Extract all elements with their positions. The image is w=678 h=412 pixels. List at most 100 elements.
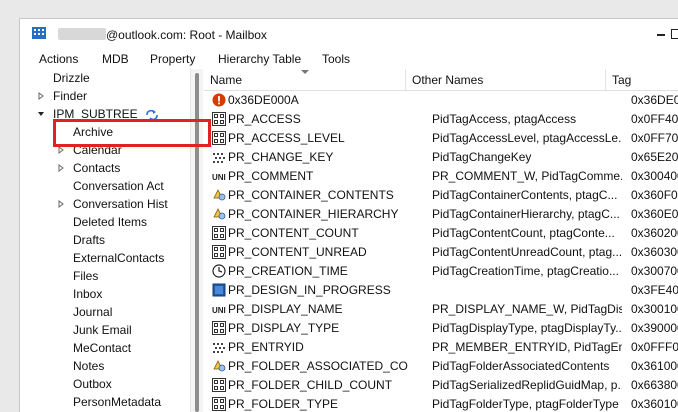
tree-item[interactable]: Calendar — [20, 141, 195, 159]
window-controls — [639, 25, 678, 45]
menu-property[interactable]: Property — [150, 52, 195, 66]
tree-item[interactable]: PersonMetadata — [20, 393, 195, 411]
mfcmapi-window: @outlook.com: Root - Mailbox Actions MDB… — [19, 18, 678, 412]
table-row[interactable]: PR_DISPLAY_TYPE PidTagDisplayType, ptagDi… — [204, 319, 678, 338]
tree-item-label: Conversation Hist — [73, 197, 168, 211]
property-tag: 0x0FF40003 — [631, 112, 678, 126]
table-row[interactable]: PR_DESIGN_IN_PROGRESS 0x3FE4000B — [204, 281, 678, 300]
table-row[interactable]: UNI PR_COMMENT PR_COMMENT_W, PidTagComme..… — [204, 167, 678, 186]
app-icon — [32, 27, 46, 39]
collapsed-arrow-icon[interactable] — [57, 146, 65, 154]
tree-item-label: Files — [73, 269, 99, 283]
column-header-tag[interactable]: Tag — [606, 69, 678, 90]
tree-item-label: Finder — [53, 89, 88, 103]
minimize-icon[interactable] — [657, 34, 665, 36]
property-name: PR_FOLDER_ASSOCIATED_CON... — [228, 359, 408, 373]
tree-item[interactable]: Junk Email — [20, 321, 195, 339]
property-tag: 0x66380003 — [631, 378, 678, 392]
column-header-other-names[interactable]: Other Names — [406, 69, 606, 90]
property-name: PR_DISPLAY_TYPE — [228, 321, 340, 335]
property-name: PR_CONTAINER_HIERARCHY — [228, 207, 399, 221]
tree-item[interactable]: Finder — [20, 87, 195, 105]
binary-data-icon — [213, 343, 225, 353]
property-name: PR_CONTENT_COUNT — [228, 226, 359, 240]
tree-item[interactable]: Contacts — [20, 159, 195, 177]
tree-item[interactable]: Archive — [20, 123, 195, 141]
redacted-email — [58, 28, 106, 40]
maximize-icon[interactable] — [671, 29, 678, 39]
binary-grid-icon — [212, 226, 226, 240]
property-name: PR_ACCESS_LEVEL — [228, 131, 345, 145]
property-tag: 0x3FE4000B — [631, 283, 678, 297]
property-name: PR_FOLDER_CHILD_COUNT — [228, 378, 393, 392]
tree-scrollbar-thumb[interactable] — [195, 73, 199, 412]
property-name: PR_CHANGE_KEY — [228, 150, 334, 164]
table-row[interactable]: PR_FOLDER_ASSOCIATED_CON... PidTagFolderA… — [204, 357, 678, 376]
tree-item-label: Contacts — [73, 161, 121, 175]
tree-item[interactable]: IPM_SUBTREE — [20, 105, 195, 123]
table-row[interactable]: PR_ACCESS PidTagAccess, ptagAccess 0x0FF40… — [204, 110, 678, 129]
tree-item[interactable]: Notes — [20, 357, 195, 375]
title-text: @outlook.com: Root - Mailbox — [106, 28, 267, 42]
tree-item-label: Journal — [73, 305, 113, 319]
tree-item[interactable]: Drafts — [20, 231, 195, 249]
tree-item-label: IPM_SUBTREE — [53, 107, 138, 121]
binary-data-icon — [213, 153, 225, 163]
property-list[interactable]: Name Other Names Tag 0x36DE000A0x36DE000… — [204, 69, 678, 412]
menu-mdb[interactable]: MDB — [102, 52, 129, 66]
property-tag: 0x36010003 — [631, 397, 678, 411]
property-name: PR_FOLDER_TYPE — [228, 397, 339, 411]
tree-item[interactable]: Conversation Act — [20, 177, 195, 195]
tree-item[interactable]: Journal — [20, 303, 195, 321]
table-row[interactable]: PR_ENTRYID PR_MEMBER_ENTRYID, PidTagEnt..… — [204, 338, 678, 357]
table-row[interactable]: UNI PR_DISPLAY_NAME PR_DISPLAY_NAME_W, Pid… — [204, 300, 678, 319]
tree-item-label: Drizzle — [53, 71, 90, 85]
table-row[interactable]: PR_FOLDER_TYPE PidTagFolderType, ptagFold… — [204, 395, 678, 412]
property-other-names: PR_MEMBER_ENTRYID, PidTagEnt... — [432, 340, 622, 354]
property-other-names: PR_DISPLAY_NAME_W, PidTagDis... — [432, 302, 622, 316]
table-row[interactable]: PR_ACCESS_LEVEL PidTagAccessLevel, ptagAc… — [204, 129, 678, 148]
property-other-names: PidTagFolderAssociatedContents — [432, 359, 610, 373]
expanded-arrow-icon[interactable] — [37, 110, 45, 118]
table-row[interactable]: PR_CONTENT_COUNT PidTagContentCount, ptag… — [204, 224, 678, 243]
property-tag: 0x30070040 — [631, 264, 678, 278]
tree-item[interactable]: Files — [20, 267, 195, 285]
property-name: PR_DESIGN_IN_PROGRESS — [228, 283, 391, 297]
table-row[interactable]: 0x36DE000A 0x36DE000A — [204, 91, 678, 110]
property-other-names: PidTagAccessLevel, ptagAccessLe... — [432, 131, 622, 145]
binary-grid-icon — [212, 378, 226, 392]
property-tag: 0x65E20102 — [631, 150, 678, 164]
table-row[interactable]: PR_CREATION_TIME PidTagCreationTime, ptag… — [204, 262, 678, 281]
menu-bar: Actions MDB Property Hierarchy Table Too… — [20, 49, 678, 69]
table-row[interactable]: PR_CONTENT_UNREAD PidTagContentUnreadCoun… — [204, 243, 678, 262]
unicode-text-icon: UNI — [212, 173, 226, 182]
tree-item[interactable]: Drizzle — [20, 69, 195, 87]
menu-tools[interactable]: Tools — [322, 52, 350, 66]
binary-grid-icon — [212, 131, 226, 145]
folder-tree[interactable]: Drizzle Finder IPM_SUBTREE Archive Calendar C… — [20, 69, 201, 412]
tree-item[interactable]: ExternalContacts — [20, 249, 195, 267]
table-row[interactable]: PR_CONTAINER_HIERARCHY PidTagContainerHie… — [204, 205, 678, 224]
tree-item-label: MeContact — [73, 341, 132, 355]
svg-text:UNI: UNI — [212, 173, 226, 182]
table-row[interactable]: PR_CHANGE_KEY PidTagChangeKey 0x65E20102 — [204, 148, 678, 167]
collapsed-arrow-icon[interactable] — [57, 164, 65, 172]
table-row[interactable]: PR_CONTAINER_CONTENTS PidTagContainerCont… — [204, 186, 678, 205]
menu-hierarchy-table[interactable]: Hierarchy Table — [218, 52, 301, 66]
list-header: Name Other Names Tag — [204, 69, 678, 91]
table-row[interactable]: PR_FOLDER_CHILD_COUNT PidTagSerializedRep… — [204, 376, 678, 395]
tree-scrollbar[interactable] — [190, 69, 203, 412]
tree-item-label: Inbox — [73, 287, 103, 301]
binary-grid-icon — [212, 112, 226, 126]
property-other-names: PidTagDisplayType, ptagDisplayTy... — [432, 321, 622, 335]
menu-actions[interactable]: Actions — [39, 52, 78, 66]
collapsed-arrow-icon[interactable] — [37, 92, 45, 100]
tree-item[interactable]: Inbox — [20, 285, 195, 303]
object-icon — [213, 208, 226, 220]
tree-item[interactable]: Conversation Hist — [20, 195, 195, 213]
collapsed-arrow-icon[interactable] — [57, 200, 65, 208]
tree-item[interactable]: Deleted Items — [20, 213, 195, 231]
tree-item[interactable]: Outbox — [20, 375, 195, 393]
tree-item[interactable]: MeContact — [20, 339, 195, 357]
window-title: @outlook.com: Root - Mailbox — [58, 28, 267, 44]
